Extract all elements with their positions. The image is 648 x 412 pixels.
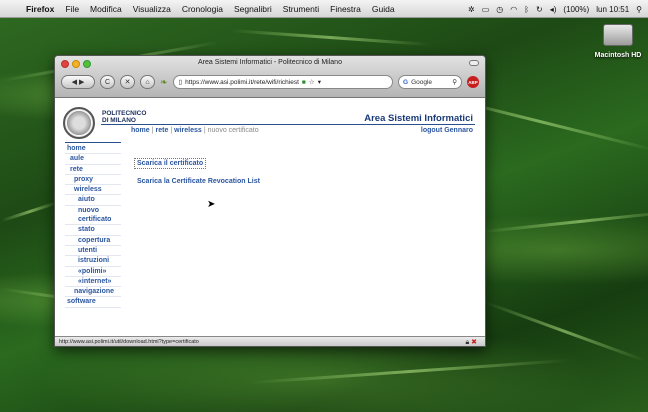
drive-label: Macintosh HD: [594, 52, 642, 59]
breadcrumb-separator: |: [151, 127, 154, 134]
menu-modifica[interactable]: Modifica: [90, 4, 122, 14]
breadcrumb: home | rete | wireless | nuovo certificato: [131, 127, 259, 134]
url-text: https://www.asi.polimi.it/rete/wifi/rich…: [185, 78, 299, 86]
adblock-status-icon[interactable]: ✖: [471, 339, 477, 346]
polimi-name-line1: POLITECNICO: [102, 110, 147, 117]
page-content: POLITECNICO DI MILANO Area Sistemi Infor…: [55, 99, 485, 336]
nav-item-stato[interactable]: stato: [65, 225, 121, 236]
home-icon: ⌂: [145, 78, 150, 86]
stop-button[interactable]: ✕: [120, 75, 135, 89]
battery-indicator[interactable]: (100%): [563, 5, 589, 14]
search-box[interactable]: G Google ⚲: [398, 75, 462, 89]
toolbar-toggle-button[interactable]: [469, 60, 479, 66]
leaf-icon: ❧: [160, 76, 168, 87]
menu-strumenti[interactable]: Strumenti: [283, 4, 319, 14]
wifi-icon[interactable]: ◠: [510, 5, 517, 14]
menu-visualizza[interactable]: Visualizza: [133, 4, 171, 14]
nav-item-wireless[interactable]: wireless: [65, 185, 121, 196]
bluetooth-icon[interactable]: ᛒ: [524, 5, 529, 14]
status-bar: http://www.asi.polimi.it/util/download.h…: [55, 336, 485, 346]
window-titlebar[interactable]: Area Sistemi Informatici - Politecnico d…: [55, 56, 485, 98]
window-title: Area Sistemi Informatici - Politecnico d…: [198, 59, 342, 66]
back-arrow-icon[interactable]: ◀: [72, 78, 77, 86]
download-certificate-link[interactable]: Scarica il certificato: [134, 158, 207, 169]
menu-cronologia[interactable]: Cronologia: [182, 4, 223, 14]
spotlight-icon[interactable]: ⚲: [636, 5, 642, 14]
nav-item-utenti[interactable]: utenti: [65, 246, 121, 257]
forward-arrow-icon[interactable]: ▶: [79, 78, 84, 86]
nav-item-istruzioni[interactable]: istruzioni: [65, 256, 121, 267]
time-machine-icon[interactable]: ◷: [496, 5, 503, 14]
desktop-drive[interactable]: Macintosh HD: [592, 24, 644, 59]
stop-icon: ✕: [124, 79, 131, 86]
nav-item-polimi[interactable]: «polimi»: [65, 267, 121, 277]
nav-item-aiuto[interactable]: aiuto: [65, 195, 121, 206]
back-forward-buttons[interactable]: ◀ ▶: [61, 75, 95, 89]
sync-icon[interactable]: ↻: [536, 5, 543, 14]
nav-item-navigazione[interactable]: navigazione: [65, 287, 121, 298]
breadcrumb-separator: |: [170, 127, 173, 134]
nav-item-aule[interactable]: aule: [65, 154, 121, 165]
browser-toolbar: ◀ ▶ C ✕ ⌂ ❧ ▯ https://www.asi.polimi.it/…: [61, 72, 479, 92]
mouse-cursor-icon: ➤: [207, 199, 216, 210]
menu-finestra[interactable]: Finestra: [330, 4, 361, 14]
menu-segnalibri[interactable]: Segnalibri: [234, 4, 272, 14]
page-icon: ▯: [178, 79, 183, 86]
menubar-status: ✲ ▭ ◷ ◠ ᛒ ↻ ◂) (100%) lun 10:51 ⚲: [468, 0, 642, 18]
reload-icon: C: [104, 78, 111, 86]
search-icon[interactable]: ⚲: [452, 78, 457, 86]
dropdown-icon[interactable]: ▾: [318, 78, 321, 86]
nav-item-software[interactable]: software: [65, 297, 121, 308]
header-divider: [101, 124, 475, 125]
breadcrumb-current: nuovo certificato: [207, 127, 259, 134]
nav-item-copertura[interactable]: copertura: [65, 236, 121, 246]
search-placeholder: Google: [411, 78, 433, 86]
reload-button[interactable]: C: [100, 75, 115, 89]
nav-item-internet[interactable]: «internet»: [65, 277, 121, 288]
main-content: Scarica il certificato Scarica la Certif…: [134, 152, 260, 194]
breadcrumb-separator: |: [203, 127, 206, 134]
site-title: Area Sistemi Informatici: [364, 113, 473, 124]
adblock-icon[interactable]: ABP: [467, 76, 479, 88]
download-crl-link[interactable]: Scarica la Certificate Revocation List: [137, 178, 260, 185]
menu-file[interactable]: File: [65, 4, 79, 14]
polimi-logo[interactable]: [63, 107, 95, 139]
volume-icon[interactable]: ◂): [550, 5, 557, 14]
status-url: http://www.asi.polimi.it/util/download.h…: [59, 338, 199, 345]
logout-link[interactable]: logout Gennaro: [421, 127, 473, 134]
browser-window: Area Sistemi Informatici - Politecnico d…: [54, 55, 486, 347]
menu-app[interactable]: Firefox: [26, 4, 54, 14]
nav-item-nuovo-certificato[interactable]: nuovo certificato: [65, 206, 121, 226]
side-navigation: home aule rete proxy wireless aiuto nuov…: [65, 142, 121, 308]
breadcrumb-home[interactable]: home: [131, 127, 150, 134]
menubar: Firefox File Modifica Visualizza Cronolo…: [0, 0, 648, 18]
breadcrumb-rete[interactable]: rete: [156, 127, 169, 134]
menu-guida[interactable]: Guida: [372, 4, 395, 14]
google-icon: G: [403, 78, 409, 86]
url-bar[interactable]: ▯ https://www.asi.polimi.it/rete/wifi/ri…: [172, 75, 393, 89]
nav-item-rete[interactable]: rete: [65, 165, 121, 175]
gear-icon[interactable]: ✲: [468, 5, 475, 14]
bookmark-star-icon[interactable]: ☆: [309, 78, 315, 86]
lock-icon[interactable]: 🔒︎: [465, 339, 469, 346]
polimi-name-line2: DI MILANO: [102, 117, 136, 124]
screen-icon[interactable]: ▭: [482, 5, 490, 14]
nav-item-proxy[interactable]: proxy: [65, 175, 121, 186]
status-bar-icons: 🔒︎ ✖: [465, 338, 477, 346]
breadcrumb-wireless[interactable]: wireless: [174, 127, 202, 134]
nav-item-home[interactable]: home: [65, 144, 121, 155]
home-button[interactable]: ⌂: [140, 75, 155, 89]
polimi-name: POLITECNICO DI MILANO: [102, 110, 146, 124]
clock[interactable]: lun 10:51: [596, 5, 629, 14]
hard-drive-icon[interactable]: [603, 24, 633, 46]
flag-icon: ■: [301, 78, 306, 86]
